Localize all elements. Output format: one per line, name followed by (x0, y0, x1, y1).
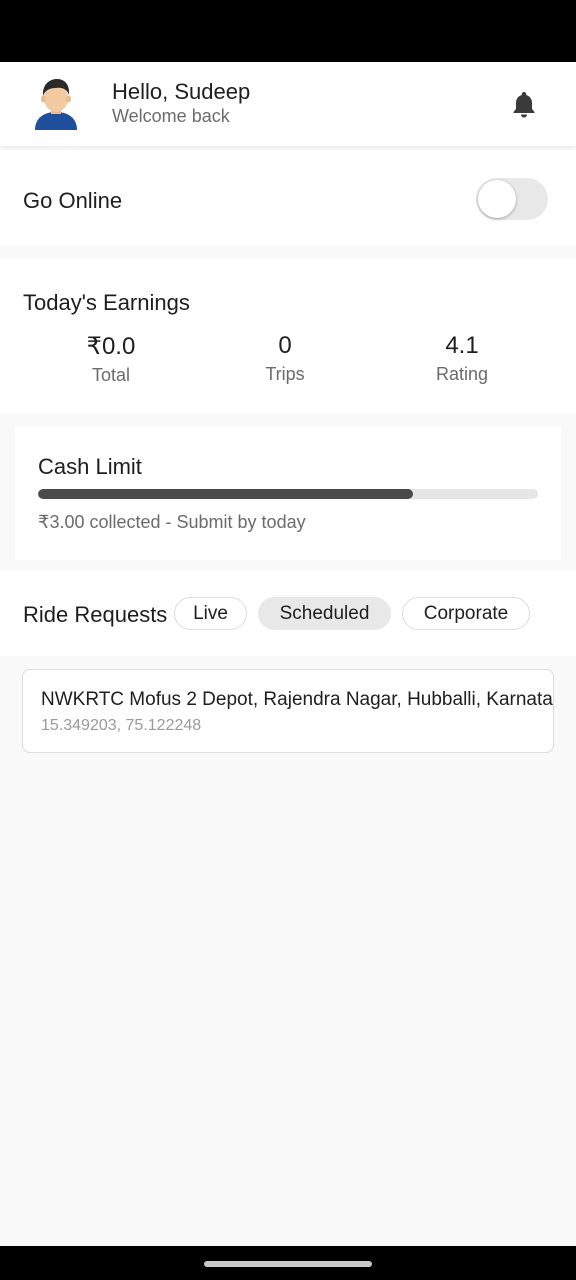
earnings-title: Today's Earnings (23, 290, 190, 315)
stat-trips-label: Trips (265, 364, 305, 384)
tab-corporate[interactable]: Corporate (402, 597, 530, 630)
home-gesture-handle[interactable] (204, 1261, 372, 1267)
stat-total-label: Total (91, 365, 131, 385)
app-header: Hello, Sudeep Welcome back (0, 62, 576, 146)
ride-address: NWKRTC Mofus 2 Depot, Rajendra Nagar, Hu… (41, 689, 554, 710)
cash-limit-progress-fill (38, 489, 413, 499)
ride-requests-title: Ride Requests (23, 602, 168, 627)
cash-limit-title: Cash Limit (38, 454, 142, 479)
ride-coordinates: 15.349203, 75.122248 (41, 717, 202, 734)
system-nav-bar (0, 1246, 576, 1280)
ride-request-card[interactable]: NWKRTC Mofus 2 Depot, Rajendra Nagar, Hu… (22, 669, 554, 753)
tab-scheduled[interactable]: Scheduled (258, 597, 391, 630)
stat-rating: 4.1 Rating (382, 332, 542, 385)
go-online-toggle[interactable] (476, 178, 548, 220)
tab-live[interactable]: Live (174, 597, 247, 630)
stat-rating-label: Rating (435, 364, 489, 384)
greeting-text: Hello, Sudeep (112, 79, 251, 104)
cash-limit-progress (38, 489, 538, 499)
stat-rating-value: 4.1 (445, 332, 479, 359)
earnings-card: Today's Earnings ₹0.0 Total 0 Trips 4.1 … (0, 258, 576, 414)
go-online-label: Go Online (23, 188, 123, 213)
ride-requests-header: Ride Requests Live Scheduled Corporate (0, 570, 576, 656)
bell-icon[interactable] (511, 90, 537, 118)
stat-total-value: ₹0.0 (86, 333, 136, 360)
user-avatar-icon[interactable] (32, 76, 80, 130)
status-bar (0, 0, 576, 62)
cash-limit-note: ₹3.00 collected - Submit by today (38, 512, 306, 532)
cash-limit-card: Cash Limit ₹3.00 collected - Submit by t… (15, 426, 561, 560)
stat-trips: 0 Trips (205, 332, 365, 385)
welcome-subtitle: Welcome back (112, 106, 230, 126)
stat-total: ₹0.0 Total (31, 332, 191, 386)
go-online-card: Go Online (0, 150, 576, 246)
stat-trips-value: 0 (278, 332, 292, 359)
toggle-knob (478, 180, 516, 218)
